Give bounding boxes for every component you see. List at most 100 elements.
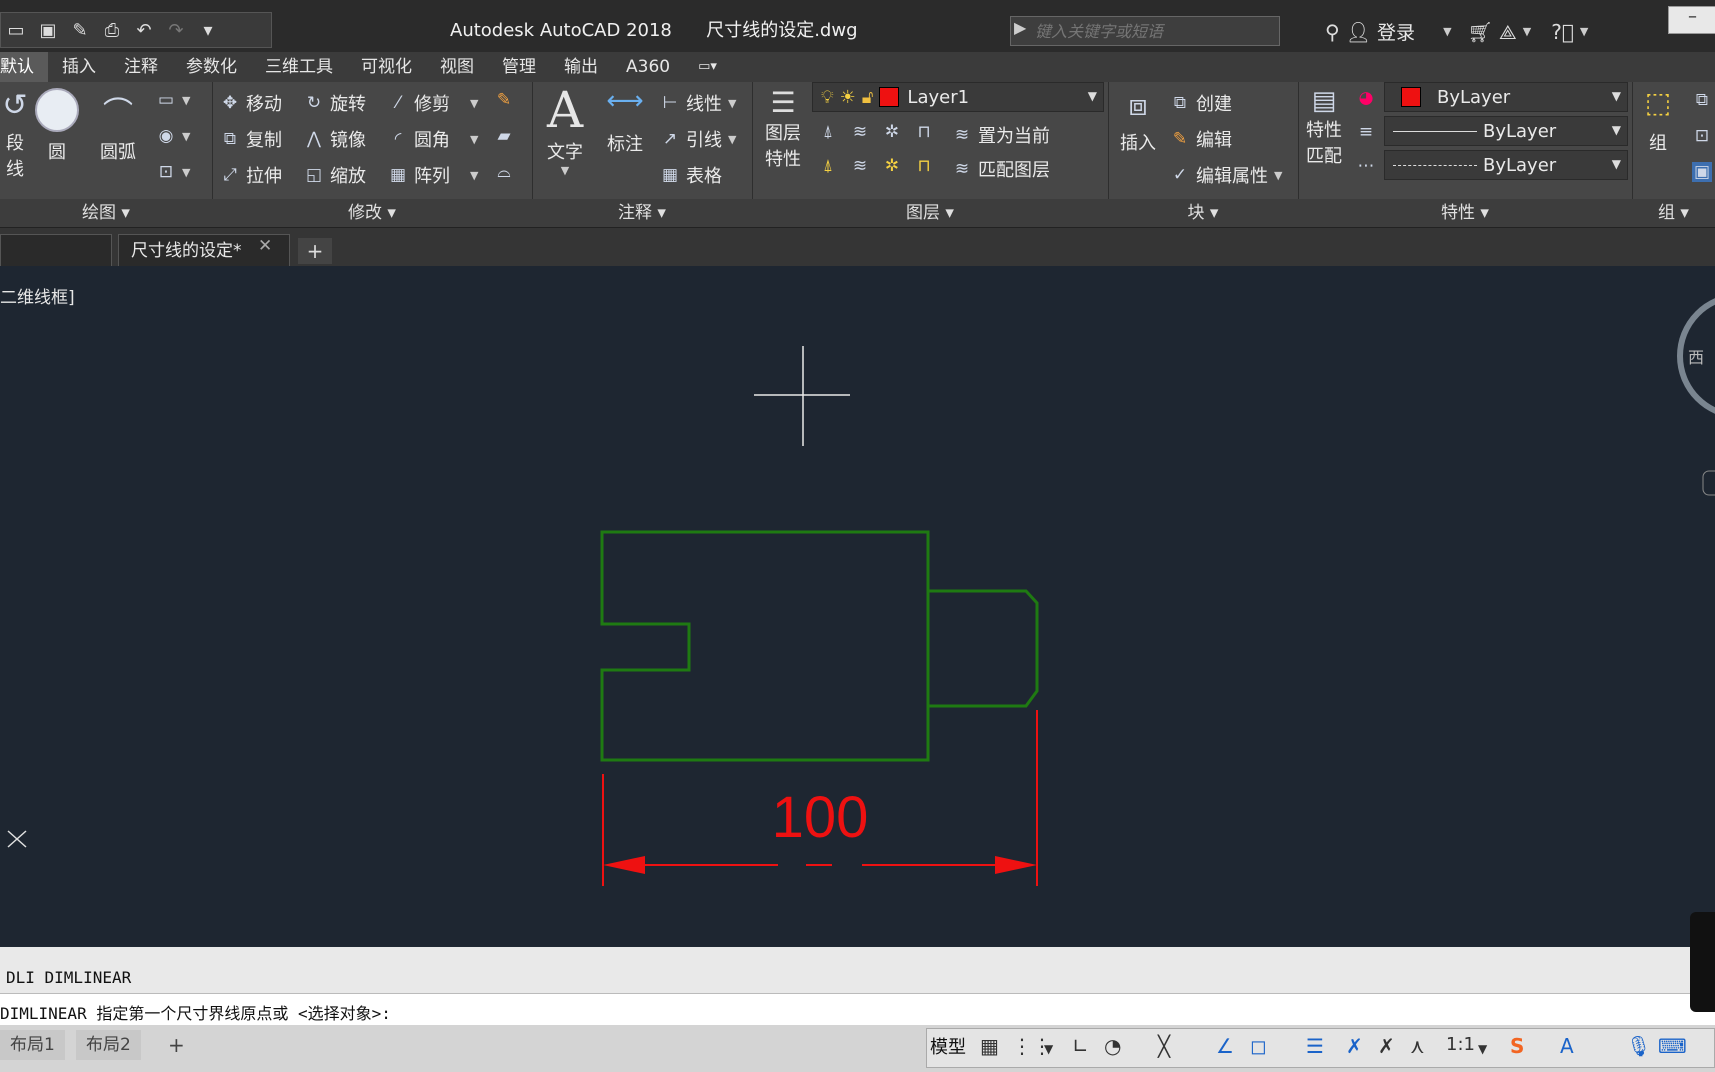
annotation-scale-icon[interactable]: ⋏: [1410, 1034, 1425, 1058]
group-edit-icon[interactable]: ⊡: [1692, 126, 1712, 146]
linetype-dropdown[interactable]: ByLayer ▼: [1384, 150, 1628, 180]
arc-button[interactable]: ⌒ 圆弧: [92, 88, 144, 164]
text-button[interactable]: A 文字 ▼: [542, 82, 588, 177]
circle-button[interactable]: 圆: [34, 88, 80, 164]
isodraft-icon[interactable]: ╳: [1158, 1034, 1170, 1058]
rotate-button[interactable]: ↻ 旋转: [304, 90, 366, 116]
color-wheel-icon[interactable]: ◕: [1356, 88, 1376, 108]
part-tab-outline[interactable]: [928, 589, 1039, 708]
tab-view[interactable]: 视图: [426, 52, 488, 82]
color-dropdown[interactable]: ByLayer ▼: [1384, 82, 1628, 112]
new-tab-button[interactable]: +: [298, 238, 332, 264]
start-tab[interactable]: [0, 234, 112, 266]
text-dropdown-icon[interactable]: ▼: [542, 164, 588, 177]
cart-icon[interactable]: 🛒︎: [1468, 20, 1493, 44]
annotation-panel-title[interactable]: 注释 ▾: [532, 199, 752, 227]
tab-more-icon[interactable]: ▭▾: [684, 52, 731, 82]
save-icon[interactable]: ▣: [35, 17, 61, 43]
tab-manage[interactable]: 管理: [488, 52, 550, 82]
layout-tab-1[interactable]: 布局1: [0, 1030, 65, 1060]
login-dropdown-icon[interactable]: ▼: [1443, 25, 1451, 38]
lineweight-icon[interactable]: ≡: [1356, 122, 1376, 142]
group-button[interactable]: ⬚ 组: [1636, 86, 1680, 155]
auto-scale-icon[interactable]: ✗: [1378, 1034, 1395, 1058]
search-expand-icon[interactable]: ▶: [1014, 18, 1026, 37]
object-snap-icon[interactable]: ◻: [1250, 1034, 1267, 1058]
tab-parametric[interactable]: 参数化: [172, 52, 251, 82]
scale-button[interactable]: ◱ 缩放: [304, 162, 366, 188]
array-button[interactable]: ▦ 阵列 ▼: [388, 162, 479, 188]
mirror-button[interactable]: ⋀ 镜像: [304, 126, 366, 152]
hatch-button[interactable]: ◉ ▼: [156, 126, 191, 146]
help-dropdown-icon[interactable]: ▼: [1580, 25, 1588, 38]
close-tab-icon[interactable]: ✕: [258, 236, 272, 256]
model-space-button[interactable]: 模型: [930, 1033, 966, 1059]
annotation-visibility-icon[interactable]: ✗: [1346, 1034, 1363, 1058]
tab-output[interactable]: 输出: [550, 52, 612, 82]
match-properties-button[interactable]: ▤ 特性 匹配: [1302, 86, 1346, 168]
microphone-icon[interactable]: 🎙︎: [1626, 1034, 1651, 1058]
ortho-icon[interactable]: ∟: [1072, 1034, 1089, 1058]
leader-button[interactable]: ↗ 引线 ▼: [660, 126, 737, 152]
navbar-wcs-button[interactable]: [1702, 470, 1715, 496]
layer-unlock-icon[interactable]: ⊓: [914, 156, 934, 176]
stretch-button[interactable]: ⤢ 拉伸: [220, 162, 282, 188]
grid-icon[interactable]: ▦: [980, 1034, 999, 1058]
match-layer-button[interactable]: ≋ 匹配图层: [952, 156, 1050, 182]
groups-panel-title[interactable]: 组 ▾: [1632, 199, 1715, 227]
layer-freeze-icon[interactable]: ✲: [882, 122, 902, 142]
layers-panel-title[interactable]: 图层 ▾: [752, 199, 1108, 227]
ime-mode-icon[interactable]: A: [1560, 1034, 1574, 1058]
edit-block-button[interactable]: ✎ 编辑: [1170, 126, 1232, 152]
table-button[interactable]: ▦ 表格: [660, 162, 722, 188]
trim-button[interactable]: ⁄ 修剪 ▼: [388, 90, 479, 116]
viewcube[interactable]: 西: [1677, 296, 1715, 416]
open-icon[interactable]: ▭: [3, 17, 29, 43]
binoculars-icon[interactable]: ⚲: [1325, 20, 1340, 44]
snap-dropdown-icon[interactable]: ▼: [1044, 1042, 1053, 1056]
a360-dropdown-icon[interactable]: ▼: [1523, 25, 1531, 38]
print-icon[interactable]: ⎙: [99, 17, 125, 43]
layer-thaw-icon[interactable]: ✲: [882, 156, 902, 176]
minimize-button[interactable]: –: [1668, 6, 1715, 34]
copy-button[interactable]: ⧉ 复制: [220, 126, 282, 152]
polyline-button[interactable]: ↺ 段线: [0, 88, 30, 181]
part-outline[interactable]: [600, 530, 930, 762]
ungroup-icon[interactable]: ⧉: [1692, 90, 1712, 110]
boundary-button[interactable]: ⊡ ▼: [156, 162, 191, 182]
insert-block-button[interactable]: ⧈ 插入: [1112, 88, 1164, 155]
object-snap-tracking-icon[interactable]: ∠: [1216, 1034, 1234, 1058]
annotation-scale-value[interactable]: 1:1: [1446, 1034, 1475, 1055]
layout-tab-2[interactable]: 布局2: [76, 1030, 141, 1060]
linetype-icon[interactable]: ⋯: [1356, 156, 1376, 176]
layer-lock-icon[interactable]: ⊓: [914, 122, 934, 142]
tab-home[interactable]: 默认: [0, 52, 48, 82]
set-current-button[interactable]: ≋ 置为当前: [952, 122, 1050, 148]
dimension-button[interactable]: ⟷ 标注: [602, 86, 648, 156]
login-button[interactable]: 登录: [1377, 18, 1415, 45]
keyboard-icon[interactable]: ⌨︎: [1658, 1034, 1687, 1058]
customize-icon[interactable]: ▾: [195, 17, 221, 43]
undo-icon[interactable]: ↶: [131, 17, 157, 43]
modify-panel-title[interactable]: 修改 ▾: [212, 199, 532, 227]
search-input[interactable]: [1011, 17, 1279, 45]
polar-icon[interactable]: ◔: [1104, 1034, 1121, 1058]
layer-off-icon[interactable]: ⍋: [818, 122, 838, 142]
create-block-button[interactable]: ⧉ 创建: [1170, 90, 1232, 116]
rectangle-button[interactable]: ▭ ▼: [156, 90, 191, 110]
block-panel-title[interactable]: 块 ▾: [1108, 199, 1298, 227]
draw-panel-title[interactable]: 绘图 ▾: [0, 199, 212, 227]
layer-properties-button[interactable]: ☰ 图层 特性: [758, 86, 808, 171]
save-as-icon[interactable]: ✎: [67, 17, 93, 43]
lineweight-display-icon[interactable]: ☰: [1306, 1034, 1324, 1058]
move-button[interactable]: ✥ 移动: [220, 90, 282, 116]
help-icon[interactable]: ?⃝: [1551, 20, 1574, 44]
redo-icon[interactable]: ↷: [163, 17, 189, 43]
explode-button[interactable]: ▰: [494, 126, 514, 146]
erase-button[interactable]: ✎: [494, 90, 514, 110]
tab-3d-tools[interactable]: 三维工具: [251, 52, 347, 82]
search-box[interactable]: [1010, 16, 1280, 46]
properties-panel-title[interactable]: 特性 ▾: [1298, 199, 1632, 227]
fillet-button[interactable]: ◜ 圆角 ▼: [388, 126, 479, 152]
tab-a360[interactable]: A360: [612, 52, 684, 82]
